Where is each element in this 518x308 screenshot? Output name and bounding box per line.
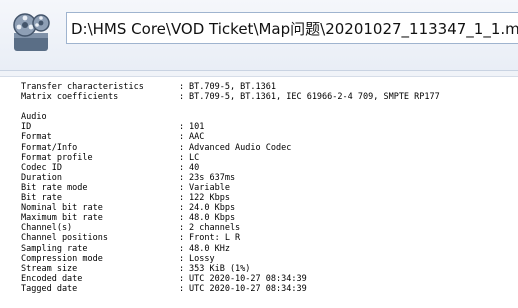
info-separator: : bbox=[179, 142, 185, 153]
info-value: UTC 2020-10-27 08:34:39 bbox=[189, 283, 307, 294]
info-label: Channel positions bbox=[21, 233, 108, 244]
info-row: Codec ID:40 bbox=[21, 163, 440, 173]
media-info-text: Transfer characteristics: BT.709-5, BT.13… bbox=[21, 82, 440, 294]
info-row: Nominal bit rate:24.0 Kbps bbox=[21, 203, 440, 213]
info-separator: : bbox=[179, 82, 185, 92]
info-label: Bit rate bbox=[21, 193, 62, 204]
info-value: 353 KiB (1%) bbox=[189, 263, 251, 274]
info-row: Maximum bit rate:48.0 Kbps bbox=[21, 213, 440, 223]
info-value: AAC bbox=[189, 132, 205, 143]
info-row bbox=[21, 102, 440, 112]
info-value: UTC 2020-10-27 08:34:39 bbox=[189, 273, 307, 284]
file-path-field[interactable]: D:\HMS Core\VOD Ticket\Map问题\20201027_11… bbox=[66, 12, 518, 44]
info-row: Bit rate mode: Variable bbox=[21, 183, 440, 193]
video-file-icon bbox=[13, 13, 50, 51]
info-label: Format/Info bbox=[21, 142, 78, 153]
media-info-panel[interactable]: Transfer characteristics: BT.709-5, BT.13… bbox=[0, 76, 518, 308]
info-value: Advanced Audio Codec bbox=[189, 142, 292, 153]
info-row: Format profile: LC bbox=[21, 153, 440, 163]
info-value: 23s 637ms bbox=[189, 172, 236, 183]
info-separator: : bbox=[179, 162, 185, 173]
file-path-text: D:\HMS Core\VOD Ticket\Map问题\20201027_11… bbox=[71, 20, 518, 38]
info-row: Sampling rate:48.0 KHz bbox=[21, 244, 440, 254]
info-value: BT.709-5, BT.1361, IEC 61966-2-4 709, SM… bbox=[189, 92, 440, 103]
file-header: D:\HMS Core\VOD Ticket\Map问题\20201027_11… bbox=[0, 0, 518, 71]
info-label: Maximum bit rate bbox=[21, 213, 103, 224]
info-value: BT.709-5, BT.1361 bbox=[189, 82, 276, 92]
info-value: 2 channels bbox=[189, 223, 241, 234]
info-value: 101 bbox=[189, 122, 205, 133]
info-value: LC bbox=[189, 152, 200, 163]
info-row: Encoded date: UTC 2020-10-27 08:34:39 bbox=[21, 274, 440, 284]
info-label: Channel(s) bbox=[21, 223, 73, 234]
info-separator: : bbox=[179, 253, 185, 264]
info-label: Stream size bbox=[21, 263, 78, 274]
info-value: Lossy bbox=[189, 253, 215, 264]
info-row: Tagged date: UTC 2020-10-27 08:34:39 bbox=[21, 284, 440, 294]
info-label: Encoded date bbox=[21, 273, 83, 284]
info-separator: : bbox=[179, 243, 185, 254]
info-separator: : bbox=[179, 152, 185, 163]
info-separator: : bbox=[179, 223, 185, 234]
info-row: Channel positions: Front: L R bbox=[21, 233, 440, 243]
info-label: Audio bbox=[21, 112, 47, 123]
info-value: Front: L R bbox=[189, 233, 241, 244]
info-row: Stream size:353 KiB (1%) bbox=[21, 264, 440, 274]
info-row: Matrix coefficients: BT.709-5, BT.1361, I… bbox=[21, 92, 440, 102]
info-label: Codec ID bbox=[21, 162, 62, 173]
info-separator: : bbox=[179, 172, 185, 183]
info-value: 48.0 KHz bbox=[189, 243, 230, 254]
info-row: ID:101 bbox=[21, 122, 440, 132]
info-value: 24.0 Kbps bbox=[189, 203, 236, 214]
info-label: Matrix coefficients bbox=[21, 92, 119, 103]
info-label: Sampling rate bbox=[21, 243, 88, 254]
info-label: Compression mode bbox=[21, 253, 103, 264]
info-row: Format: AAC bbox=[21, 132, 440, 142]
info-separator: : bbox=[179, 92, 185, 103]
info-label: ID bbox=[21, 122, 32, 133]
info-label: Bit rate mode bbox=[21, 182, 88, 193]
info-row: Audio bbox=[21, 112, 440, 122]
info-separator: : bbox=[179, 193, 185, 204]
info-label: Tagged date bbox=[21, 283, 78, 294]
info-separator: : bbox=[179, 233, 185, 244]
info-separator: : bbox=[179, 122, 185, 133]
info-separator: : bbox=[179, 132, 185, 143]
info-separator: : bbox=[179, 283, 185, 294]
info-separator: : bbox=[179, 182, 185, 193]
info-value: 122 Kbps bbox=[189, 193, 230, 204]
info-row: Duration:23s 637ms bbox=[21, 173, 440, 183]
info-label: Transfer characteristics bbox=[21, 82, 144, 92]
info-label: Nominal bit rate bbox=[21, 203, 103, 214]
info-row: Bit rate:122 Kbps bbox=[21, 193, 440, 203]
info-label: Format bbox=[21, 132, 52, 143]
info-separator: : bbox=[179, 203, 185, 214]
info-separator: : bbox=[179, 263, 185, 274]
info-separator: : bbox=[179, 213, 185, 224]
info-row: Channel(s):2 channels bbox=[21, 223, 440, 233]
info-separator: : bbox=[179, 273, 185, 284]
info-label: Format profile bbox=[21, 152, 93, 163]
info-value: Variable bbox=[189, 182, 230, 193]
info-row: Format/Info: Advanced Audio Codec bbox=[21, 143, 440, 153]
info-value: 40 bbox=[189, 162, 200, 173]
info-label: Duration bbox=[21, 172, 62, 183]
info-value: 48.0 Kbps bbox=[189, 213, 236, 224]
info-row: Compression mode: Lossy bbox=[21, 254, 440, 264]
info-row: Transfer characteristics: BT.709-5, BT.13… bbox=[21, 82, 440, 92]
